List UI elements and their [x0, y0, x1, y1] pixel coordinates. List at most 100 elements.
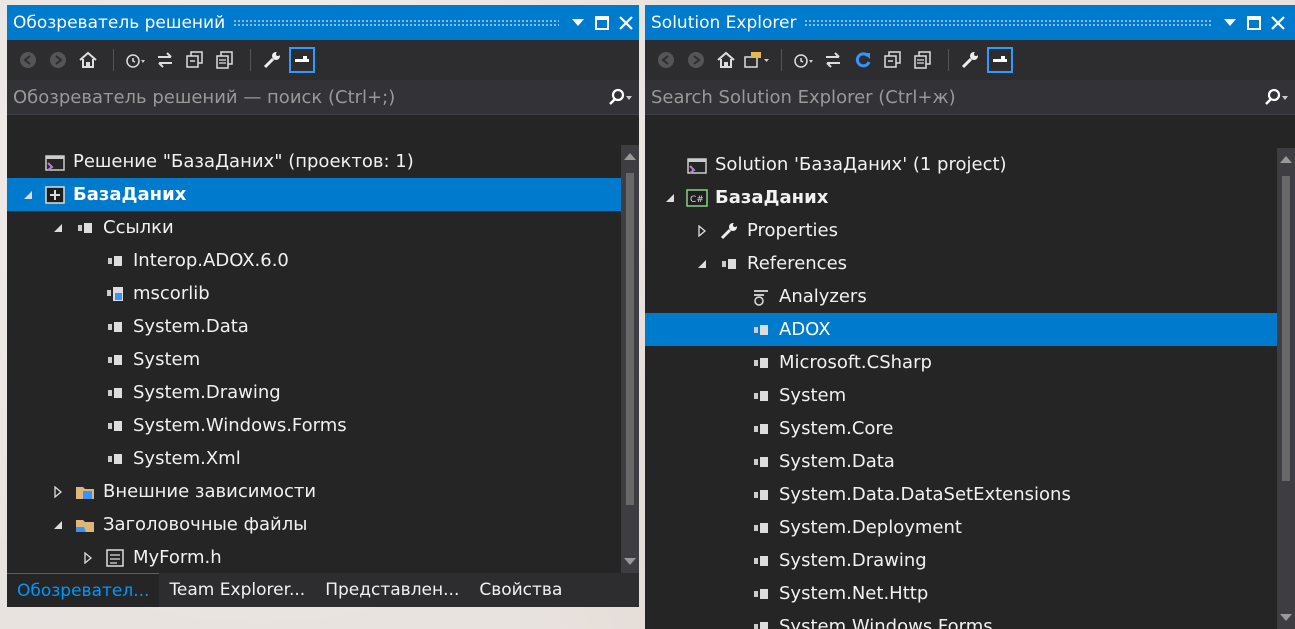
reference-icon [103, 382, 127, 404]
forward-icon[interactable] [45, 47, 71, 73]
tree-item[interactable]: Analyzers [645, 280, 1277, 313]
preview-selected-icon[interactable] [289, 47, 315, 73]
back-icon[interactable] [653, 47, 679, 73]
tree-item[interactable]: System.Data.DataSetExtensions [645, 478, 1277, 511]
dropdown-icon[interactable] [1219, 12, 1241, 34]
tree-item[interactable]: System.Drawing [645, 544, 1277, 577]
preview-selected-icon[interactable] [987, 47, 1013, 73]
maximize-icon[interactable] [1243, 12, 1265, 34]
switch-views-icon[interactable] [743, 47, 769, 73]
home-icon[interactable] [75, 47, 101, 73]
search-icon[interactable] [1255, 87, 1295, 107]
vertical-scrollbar[interactable] [1277, 148, 1295, 629]
tree-item[interactable]: Microsoft.CSharp [645, 346, 1277, 379]
tree-item[interactable]: System.Windows.Forms [7, 409, 621, 442]
tree-item-label: System.Data.DataSetExtensions [779, 484, 1071, 505]
tree-item[interactable]: Interop.ADOX.6.0 [7, 244, 621, 277]
tree-item[interactable]: System.Net.Http [645, 577, 1277, 610]
tree-item-label: MyForm.h [133, 547, 222, 568]
tree-item-label: mscorlib [133, 283, 210, 304]
tree-item[interactable]: mscorlib [7, 277, 621, 310]
tree-item-label: Analyzers [779, 286, 867, 307]
tree-item[interactable]: Ссылки [7, 211, 621, 244]
toolbar-separator [948, 49, 949, 71]
tree-item[interactable]: Внешние зависимости [7, 475, 621, 508]
back-icon[interactable] [15, 47, 41, 73]
scroll-down-icon[interactable] [1277, 609, 1295, 627]
cpp-project-icon [43, 184, 67, 206]
tree-item[interactable]: Решение "БазаДаних" (проектов: 1) [7, 145, 621, 178]
tree-item[interactable]: System.Windows.Forms [645, 610, 1277, 629]
tree-item-label: System.Drawing [779, 550, 927, 571]
collapse-arrow-icon[interactable] [51, 520, 65, 530]
search-input[interactable]: Search Solution Explorer (Ctrl+ж) [651, 87, 1255, 108]
tree-item[interactable]: Properties [645, 214, 1277, 247]
sync-icon[interactable] [820, 47, 846, 73]
tree-item[interactable]: System [645, 379, 1277, 412]
collapse-all-icon[interactable] [880, 47, 906, 73]
tree-item[interactable]: System.Drawing [7, 376, 621, 409]
show-all-files-icon[interactable] [212, 47, 238, 73]
tree-item-label: Заголовочные файлы [103, 514, 308, 535]
collapse-arrow-icon[interactable] [695, 259, 709, 269]
tree-item[interactable]: БазаДаних [7, 178, 621, 211]
tab-properties[interactable]: Свойства [469, 573, 572, 607]
collapse-arrow-icon[interactable] [51, 223, 65, 233]
toolbar [645, 40, 1295, 80]
maximize-icon[interactable] [591, 12, 613, 34]
tree-item[interactable]: System.Core [645, 412, 1277, 445]
dropdown-icon[interactable] [567, 12, 589, 34]
scroll-up-icon[interactable] [621, 147, 639, 165]
refresh-icon[interactable] [850, 47, 876, 73]
scroll-up-icon[interactable] [1277, 150, 1295, 168]
show-all-files-icon[interactable] [910, 47, 936, 73]
search-bar[interactable]: Обозреватель решений — поиск (Ctrl+;) [7, 80, 639, 115]
collapse-arrow-icon[interactable] [21, 190, 35, 200]
reference-icon [749, 352, 773, 374]
collapse-arrow-icon[interactable] [663, 193, 677, 203]
forward-icon[interactable] [683, 47, 709, 73]
tree-item[interactable]: System.Data [7, 310, 621, 343]
search-bar[interactable]: Search Solution Explorer (Ctrl+ж) [645, 80, 1295, 115]
tab-class-view[interactable]: Представлен... [315, 573, 469, 607]
sync-icon[interactable] [152, 47, 178, 73]
close-icon[interactable] [1267, 12, 1289, 34]
tree-item[interactable]: ADOX [645, 313, 1277, 346]
home-icon[interactable] [713, 47, 739, 73]
search-input[interactable]: Обозреватель решений — поиск (Ctrl+;) [13, 87, 599, 108]
panel-title: Solution Explorer [651, 12, 797, 33]
tree-item[interactable]: System [7, 343, 621, 376]
properties-wrench-icon[interactable] [957, 47, 983, 73]
tree-item[interactable]: System.Xml [7, 442, 621, 475]
reference-icon [103, 415, 127, 437]
pending-changes-icon[interactable] [790, 47, 816, 73]
scroll-thumb[interactable] [1282, 176, 1290, 481]
collapse-all-icon[interactable] [182, 47, 208, 73]
tree-item[interactable]: MyForm.h [7, 541, 621, 574]
pending-changes-icon[interactable] [122, 47, 148, 73]
scroll-thumb[interactable] [626, 173, 634, 505]
reference-icon [749, 319, 773, 341]
tree-item[interactable]: References [645, 247, 1277, 280]
vertical-scrollbar[interactable] [621, 145, 639, 573]
solution-explorer-en: Solution Explorer Search Solution Explor… [645, 5, 1295, 629]
title-bar[interactable]: Обозреватель решений [7, 5, 639, 40]
tab-team-explorer[interactable]: Team Explorer... [159, 573, 315, 607]
tree-item[interactable]: Solution 'БазаДаних' (1 project) [645, 148, 1277, 181]
expand-arrow-icon[interactable] [51, 485, 65, 498]
expand-arrow-icon[interactable] [81, 551, 95, 564]
scroll-down-icon[interactable] [621, 553, 639, 571]
tree-item[interactable]: System.Data [645, 445, 1277, 478]
tree-item[interactable]: C# БазаДаних [645, 181, 1277, 214]
tree-item[interactable]: System.Deployment [645, 511, 1277, 544]
tab-solution-explorer[interactable]: Обозревател... [7, 572, 160, 607]
properties-wrench-icon[interactable] [259, 47, 285, 73]
search-icon[interactable] [599, 87, 639, 107]
tree-item[interactable]: Заголовочные файлы [7, 508, 621, 541]
drag-grip[interactable] [233, 18, 559, 27]
bottom-tab-strip: Обозревател... Team Explorer... Представ… [7, 572, 639, 607]
close-icon[interactable] [615, 12, 637, 34]
title-bar[interactable]: Solution Explorer [645, 5, 1295, 40]
expand-arrow-icon[interactable] [695, 224, 709, 237]
drag-grip[interactable] [804, 18, 1211, 27]
